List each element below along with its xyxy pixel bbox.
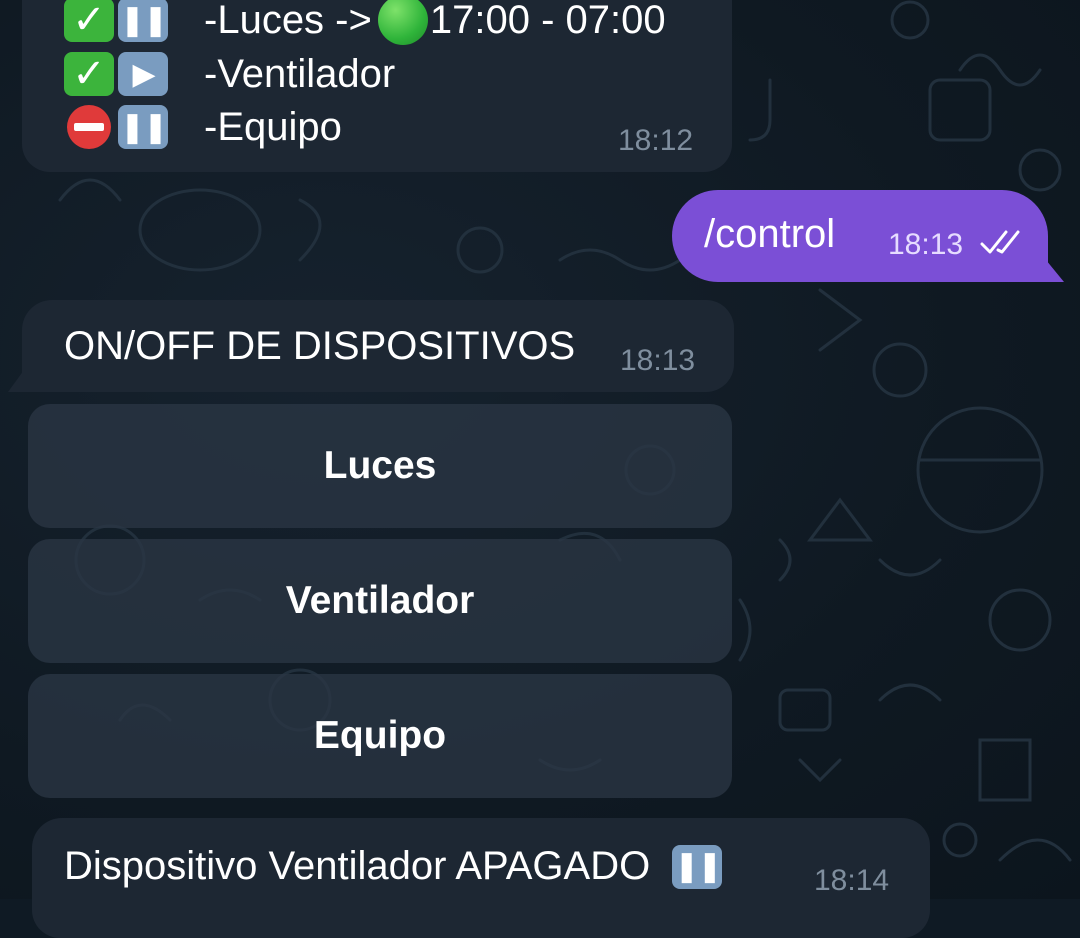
- device-status-line: Dispositivo Ventilador APAGADO ❚❚: [64, 844, 722, 889]
- device-status-message-bubble: Dispositivo Ventilador APAGADO ❚❚ 18:14: [32, 818, 930, 938]
- status-line-ventilador: ✓ ▶ -Ventilador: [64, 50, 395, 98]
- check-icon: ✓: [64, 52, 114, 96]
- bubble-tail: [1046, 260, 1064, 282]
- status-line-luces: ✓ ❚❚ -Luces -> 17:00 - 07:00: [64, 0, 666, 45]
- status-line-equipo: ❚❚ -Equipo: [64, 103, 342, 151]
- keyboard-button-equipo[interactable]: Equipo: [28, 674, 732, 798]
- green-circle-icon: [377, 0, 428, 45]
- status-line-label: -Equipo: [204, 104, 342, 149]
- play-icon: ▶: [118, 52, 168, 96]
- status-line-label: -Ventilador: [204, 51, 396, 96]
- keyboard-button-luces[interactable]: Luces: [28, 404, 732, 528]
- double-check-icon: [980, 230, 1020, 254]
- status-message-bubble: ✓ ❚❚ -Luces -> 17:00 - 07:00 ✓ ▶ -Ventil…: [22, 0, 732, 172]
- schedule-text: 17:00 - 07:00: [429, 0, 666, 42]
- keyboard-button-ventilador[interactable]: Ventilador: [28, 539, 732, 663]
- pause-icon: ❚❚: [672, 844, 722, 889]
- message-time: 18:14: [814, 864, 890, 897]
- control-message-bubble: ON/OFF DE DISPOSITIVOS 18:13: [8, 300, 734, 392]
- device-status-text: Dispositivo Ventilador APAGADO: [64, 844, 651, 888]
- bubble-tail: [8, 370, 24, 392]
- message-time: 18:13: [620, 344, 696, 377]
- message-time: 18:12: [618, 124, 694, 157]
- no-entry-icon: [64, 105, 114, 149]
- command-message-bubble: /control 18:13: [672, 190, 1064, 282]
- pause-icon: ❚❚: [118, 105, 168, 149]
- message-time: 18:13: [888, 228, 964, 261]
- check-icon: ✓: [64, 0, 114, 42]
- control-message-text: ON/OFF DE DISPOSITIVOS: [64, 324, 576, 368]
- status-line-label: -Luces ->: [204, 0, 372, 42]
- command-text: /control: [704, 212, 836, 256]
- pause-icon: ❚❚: [118, 0, 168, 42]
